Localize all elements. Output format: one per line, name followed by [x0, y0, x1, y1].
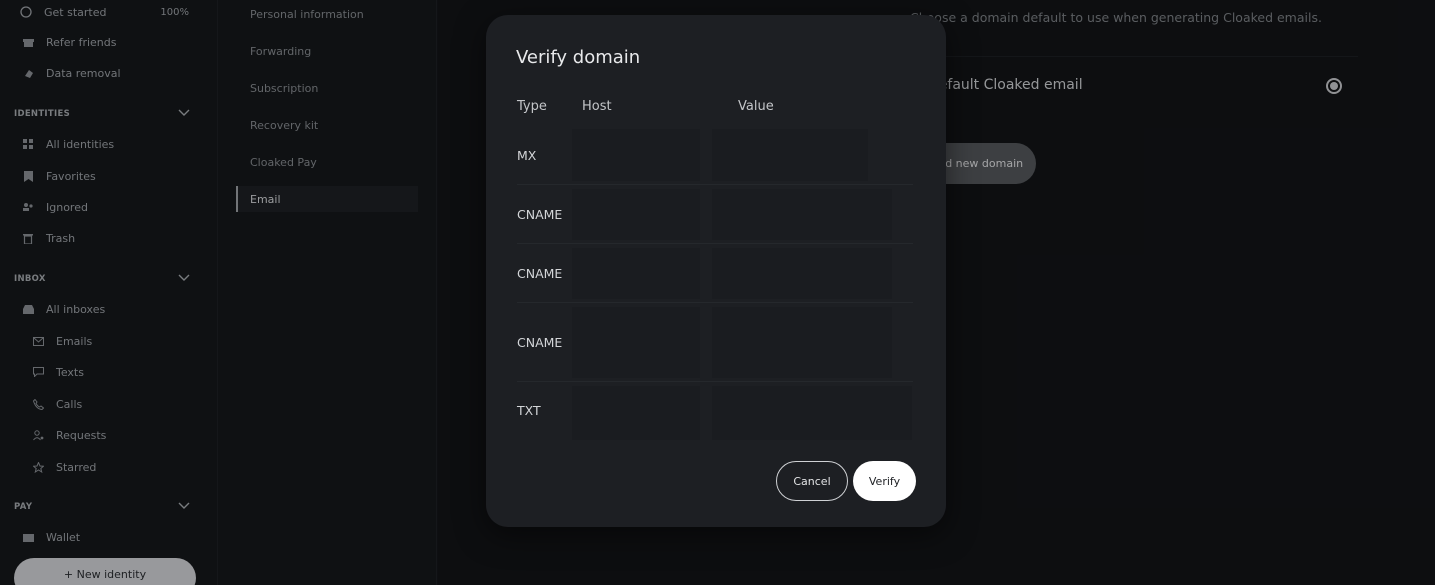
record-host-cell[interactable]: [572, 189, 700, 240]
record-type: TXT: [517, 403, 541, 418]
column-header-host: Host: [582, 99, 612, 114]
dns-record-row: TXT: [517, 382, 913, 440]
record-type: CNAME: [517, 207, 563, 222]
record-type: CNAME: [517, 266, 563, 281]
dns-record-row: CNAME: [517, 244, 913, 303]
modal-title: Verify domain: [516, 47, 641, 68]
record-host-cell[interactable]: [572, 129, 700, 181]
dns-record-row: CNAME: [517, 185, 913, 244]
record-type: CNAME: [517, 335, 563, 350]
verify-domain-modal: Verify domain Type Host Value MX CNAME C…: [486, 15, 946, 527]
record-host-cell[interactable]: [572, 386, 700, 440]
record-host-cell[interactable]: [572, 248, 700, 299]
record-value-cell[interactable]: [712, 189, 892, 240]
verify-button[interactable]: Verify: [853, 461, 916, 501]
cancel-button[interactable]: Cancel: [776, 461, 848, 501]
column-header-value: Value: [738, 99, 774, 114]
column-header-type: Type: [517, 99, 547, 114]
dns-record-row: MX: [517, 125, 913, 185]
record-value-cell[interactable]: [712, 307, 892, 378]
record-value-cell[interactable]: [712, 248, 892, 299]
dns-record-row: CNAME: [517, 303, 913, 382]
record-type: MX: [517, 148, 537, 163]
record-value-cell[interactable]: [712, 386, 912, 440]
record-value-cell[interactable]: [712, 129, 868, 181]
record-host-cell[interactable]: [572, 307, 700, 378]
